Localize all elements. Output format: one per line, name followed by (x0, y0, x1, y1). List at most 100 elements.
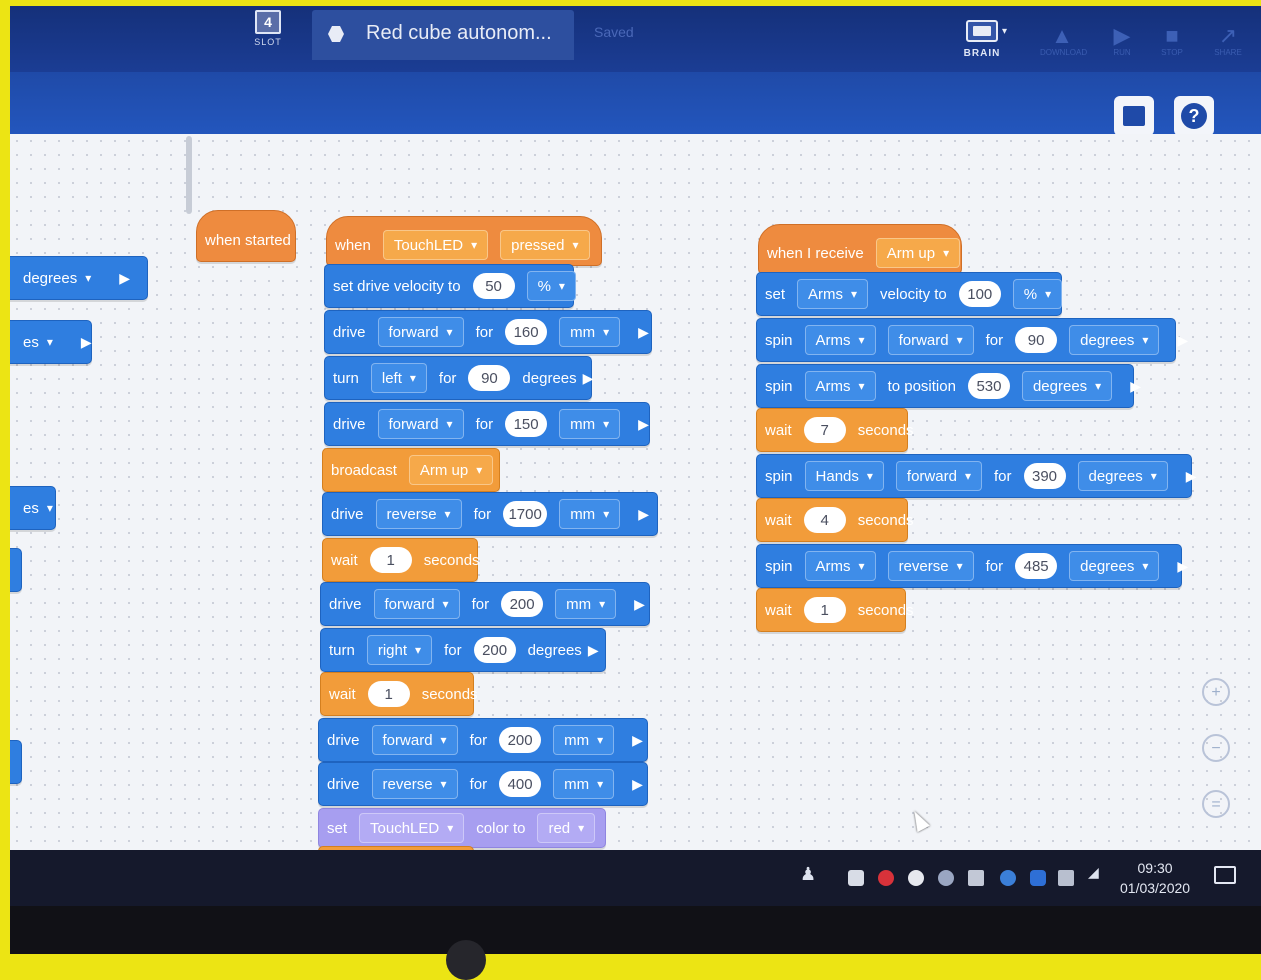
brain-button[interactable]: ▾ BRAIN (954, 20, 1010, 59)
play-icon[interactable]: ▶ (632, 776, 643, 793)
direction-dropdown[interactable]: reverse (371, 769, 458, 799)
wait-block[interactable]: wait 1 seconds (756, 588, 914, 632)
wait-block[interactable]: wait 1 seconds (322, 538, 480, 582)
partial-block-edge-1[interactable] (10, 548, 22, 592)
direction-dropdown[interactable]: forward (377, 409, 464, 439)
value-input[interactable]: 7 (803, 417, 846, 443)
motor-dropdown[interactable]: Arms (804, 551, 876, 581)
drive-block[interactable]: drive reverse for 1700 mm ▶ (322, 492, 658, 536)
value-input[interactable]: 1700 (503, 501, 548, 527)
shield-icon[interactable] (938, 870, 954, 886)
code-workspace[interactable]: degrees ▶ es ▶ es when started when Touc… (10, 134, 1261, 850)
unit-dropdown[interactable]: es (13, 494, 63, 522)
wait-block[interactable]: wait 4 seconds (756, 498, 914, 542)
play-icon[interactable]: ▶ (638, 324, 649, 341)
motor-dropdown[interactable]: Hands (804, 461, 884, 491)
set-drive-velocity-block[interactable]: set drive velocity to 50 % (324, 264, 576, 308)
message-dropdown[interactable]: Arm up (875, 238, 961, 268)
value-input[interactable]: 1 (367, 681, 410, 707)
play-icon[interactable]: ▶ (632, 732, 643, 749)
play-icon[interactable]: ▶ (634, 596, 645, 613)
unit-dropdown[interactable]: degrees (1077, 461, 1168, 491)
unit-dropdown[interactable]: degrees (13, 264, 101, 292)
when-started-block[interactable]: when started (196, 210, 296, 262)
motor-dropdown[interactable]: Arms (804, 325, 876, 355)
unit-dropdown[interactable]: mm (559, 409, 621, 439)
value-input[interactable]: 160 (505, 319, 548, 345)
value-input[interactable]: 400 (499, 771, 542, 797)
direction-dropdown[interactable]: forward (895, 461, 982, 491)
user-icon[interactable] (848, 870, 864, 886)
spin-motor-block[interactable]: spin Arms forward for 90 degrees ▶ (756, 318, 1188, 362)
set-touchled-color-block[interactable]: set TouchLED color to red (318, 808, 606, 848)
workspace-scrollbar[interactable] (186, 136, 192, 214)
spin-to-position-block[interactable]: spin Arms to position 530 degrees ▶ (756, 364, 1141, 408)
message-dropdown[interactable]: Arm up (408, 455, 494, 485)
share-button[interactable]: ↗ SHARE (1206, 24, 1250, 58)
help-button[interactable]: ? (1174, 96, 1214, 136)
drive-block[interactable]: drive reverse for 400 mm ▶ (318, 762, 648, 806)
notification-icon[interactable] (1214, 866, 1236, 884)
set-motor-velocity-block[interactable]: set Arms velocity to 100 % (756, 272, 1063, 316)
battery-icon[interactable] (1058, 870, 1074, 886)
value-input[interactable]: 90 (468, 365, 511, 391)
direction-dropdown[interactable]: forward (373, 589, 460, 619)
cloud-icon[interactable] (908, 870, 924, 886)
play-icon[interactable]: ▶ (1130, 378, 1141, 395)
unit-dropdown[interactable]: % (526, 271, 576, 301)
zoom-reset-icon[interactable]: = (1202, 790, 1230, 818)
event-dropdown[interactable]: pressed (500, 230, 590, 260)
unit-dropdown[interactable]: es (13, 328, 63, 356)
zoom-out-icon[interactable]: − (1202, 734, 1230, 762)
value-input[interactable]: 1 (369, 547, 412, 573)
drive-block[interactable]: drive forward for 160 mm ▶ (324, 310, 652, 354)
run-button[interactable]: ▶ RUN (1100, 24, 1144, 58)
clock[interactable]: 09:30 01/03/2020 (1120, 858, 1190, 898)
partial-block-es-2[interactable]: es (10, 486, 56, 530)
antivirus-icon[interactable] (878, 870, 894, 886)
direction-dropdown[interactable]: left (370, 363, 427, 393)
value-input[interactable]: 200 (499, 727, 542, 753)
direction-dropdown[interactable]: right (366, 635, 433, 665)
wifi-icon[interactable]: ◢ (1088, 864, 1099, 881)
play-icon[interactable]: ▶ (1186, 468, 1197, 485)
people-icon[interactable]: ♟ (800, 864, 816, 885)
play-icon[interactable]: ▶ (638, 416, 649, 433)
partial-block-edge-2[interactable] (10, 740, 22, 784)
play-icon[interactable]: ▶ (583, 370, 594, 387)
value-input[interactable]: 530 (967, 373, 1010, 399)
drive-block[interactable]: drive forward for 200 mm ▶ (320, 582, 650, 626)
turn-block[interactable]: turn right for 200 degrees ▶ (320, 628, 606, 672)
project-tab[interactable]: Red cube autonom... (312, 10, 574, 60)
partial-block-es-1[interactable]: es ▶ (10, 320, 92, 364)
spin-motor-block[interactable]: spin Arms reverse for 485 degrees ▶ (756, 544, 1188, 588)
wait-block[interactable]: wait 1 seconds (320, 672, 478, 716)
direction-dropdown[interactable]: reverse (887, 551, 974, 581)
value-input[interactable]: 485 (1015, 553, 1058, 579)
direction-dropdown[interactable]: forward (371, 725, 458, 755)
display-icon[interactable] (968, 870, 984, 886)
drive-block[interactable]: drive forward for 150 mm ▶ (324, 402, 650, 446)
motor-dropdown[interactable]: Arms (797, 279, 869, 309)
play-icon[interactable]: ▶ (638, 506, 649, 523)
unit-dropdown[interactable]: mm (553, 725, 615, 755)
play-icon[interactable]: ▶ (119, 270, 130, 287)
play-icon[interactable]: ▶ (81, 334, 92, 351)
stop-button[interactable]: ■ STOP (1150, 24, 1194, 58)
color-dropdown[interactable]: red (537, 813, 596, 843)
value-input[interactable]: 390 (1023, 463, 1066, 489)
zoom-in-icon[interactable]: + (1202, 678, 1230, 706)
play-icon[interactable]: ▶ (588, 642, 599, 659)
value-input[interactable]: 100 (958, 281, 1001, 307)
value-input[interactable]: 50 (472, 273, 515, 299)
value-input[interactable]: 4 (803, 507, 846, 533)
slot-button[interactable]: 4 SLOT (248, 10, 288, 47)
turn-block[interactable]: turn left for 90 degrees ▶ (324, 356, 594, 400)
play-icon[interactable]: ▶ (1177, 558, 1188, 575)
motor-dropdown[interactable]: Arms (804, 371, 876, 401)
bluetooth-icon[interactable] (1030, 870, 1046, 886)
value-input[interactable]: 90 (1015, 327, 1058, 353)
wait-block[interactable]: wait 7 seconds (756, 408, 914, 452)
hp-icon[interactable] (1000, 870, 1016, 886)
unit-dropdown[interactable]: mm (559, 499, 621, 529)
